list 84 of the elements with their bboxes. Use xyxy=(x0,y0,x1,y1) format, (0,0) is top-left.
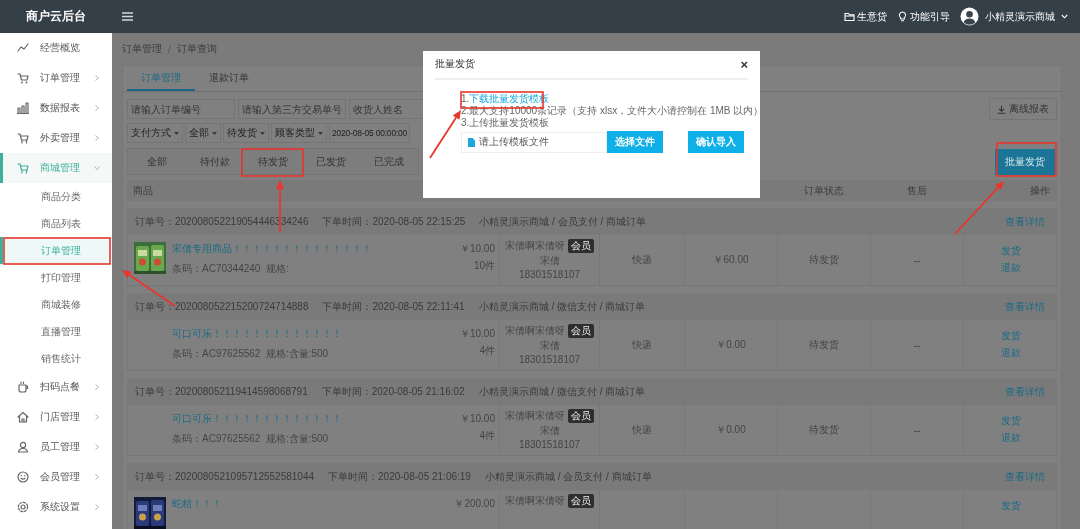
table-cell: ￥60.00 xyxy=(713,253,749,267)
member-badge: 会员 xyxy=(568,494,594,508)
dialog-title: 批量发货 xyxy=(435,58,475,71)
cart-icon xyxy=(17,72,29,84)
tab[interactable]: 退款订单 xyxy=(195,66,263,91)
dropdown[interactable]: 待发货 xyxy=(223,123,269,143)
trend-icon xyxy=(17,42,29,54)
file-icon xyxy=(468,137,475,147)
status-tab[interactable]: 待发货 xyxy=(244,149,302,174)
table-cell: -- xyxy=(913,339,921,351)
buyer-name: 宋倩 xyxy=(539,424,560,438)
unit-price: ￥200.00 xyxy=(454,497,495,511)
batch-ship-button[interactable]: 批量发货 xyxy=(995,148,1055,175)
menu-icon xyxy=(122,12,133,21)
person-icon xyxy=(17,441,29,453)
sidebar-item[interactable]: 商城管理 xyxy=(0,153,112,183)
download-icon xyxy=(997,104,1006,114)
caret-icon xyxy=(1061,14,1068,19)
cart-icon xyxy=(17,162,29,174)
sidebar-item[interactable]: 数据报表 xyxy=(0,93,112,123)
input-field[interactable]: 请输入订单编号 xyxy=(127,99,235,119)
sidebar-item[interactable]: 门店管理 xyxy=(0,402,112,432)
nav-link[interactable]: 功能引导 xyxy=(897,9,950,24)
arrow xyxy=(429,110,461,159)
highlight-box xyxy=(241,148,304,177)
close-button[interactable]: × xyxy=(740,57,748,72)
breadcrumb-separator: / xyxy=(168,43,171,55)
cart-icon xyxy=(17,132,29,144)
member-badge: 会员 xyxy=(568,239,594,253)
sidebar-item[interactable]: 订单管理 xyxy=(0,63,112,93)
sidebar-item[interactable]: 商品分类 xyxy=(0,183,112,210)
buyer-phone: 18301518107 xyxy=(518,354,581,365)
step-text: 上传批量发货模板 xyxy=(469,117,550,128)
sidebar-item[interactable]: 直播管理 xyxy=(0,318,112,345)
sidebar-item[interactable]: 打印管理 xyxy=(0,264,112,291)
sidebar-item[interactable]: 系统设置 xyxy=(0,492,112,522)
sidebar-item[interactable]: 商品列表 xyxy=(0,210,112,237)
table-cell: -- xyxy=(913,254,921,266)
status-tab[interactable]: 已发货 xyxy=(302,149,360,174)
file-field[interactable]: 请上传模板文件 xyxy=(461,131,607,153)
sidebar-item[interactable]: 员工管理 xyxy=(0,432,112,462)
app-title: 商户云后台 xyxy=(25,8,87,25)
caret-icon xyxy=(212,131,217,135)
highlight-box xyxy=(996,142,1057,177)
date-field[interactable]: 2020-08-05 00:00:00 xyxy=(329,123,411,143)
sidebar-item[interactable]: 商城装修 xyxy=(0,291,112,318)
arrow xyxy=(954,181,1004,235)
dropdown[interactable]: 支付方式 xyxy=(127,123,183,143)
status-tab[interactable]: 已完成 xyxy=(360,149,418,174)
bar-chart-icon xyxy=(17,102,29,114)
folder-icon xyxy=(844,11,855,22)
step-number: 3. xyxy=(461,117,470,128)
avatar-icon xyxy=(960,7,979,26)
export-button[interactable]: 离线报表 xyxy=(989,98,1057,120)
buyer-phone: 18301518107 xyxy=(518,439,581,450)
member-badge: 会员 xyxy=(568,324,594,338)
buyer-name: 宋倩 xyxy=(539,339,560,353)
caret-icon xyxy=(318,131,323,135)
cup-icon xyxy=(17,381,29,393)
settings-icon xyxy=(17,501,29,513)
quantity: 4件 xyxy=(478,429,495,443)
confirm-import-button[interactable]: 确认导入 xyxy=(688,131,744,153)
home-icon xyxy=(17,411,29,423)
sidebar-item[interactable]: 销售统计 xyxy=(0,345,112,372)
caret-icon xyxy=(260,131,265,135)
table-cell: -- xyxy=(913,424,921,436)
quantity: 4件 xyxy=(478,344,495,358)
dropdown[interactable]: 顾客类型 xyxy=(271,123,327,143)
sidebar-item[interactable]: 会员管理 xyxy=(0,462,112,492)
sidebar-item[interactable]: 外卖管理 xyxy=(0,123,112,153)
buyer-phone: 18301518107 xyxy=(518,269,581,280)
sidebar-item[interactable]: 经营概览 xyxy=(0,33,112,63)
status-tab[interactable]: 全部 xyxy=(128,149,186,174)
buyer-name: 宋倩 xyxy=(539,254,560,268)
choose-file-button[interactable]: 选择文件 xyxy=(607,131,663,153)
smiley-icon xyxy=(17,471,29,483)
input-field[interactable]: 请输入第三方交易单号 xyxy=(238,99,346,119)
sidebar-item[interactable]: 扫码点餐 xyxy=(0,372,112,402)
dropdown[interactable]: 全部 xyxy=(185,123,221,143)
user-menu[interactable]: 小精灵演示商城 xyxy=(985,9,1055,24)
caret-icon xyxy=(174,131,179,135)
lightbulb-icon xyxy=(897,11,908,22)
member-badge: 会员 xyxy=(568,409,594,423)
nav-link[interactable]: 生意贷 xyxy=(844,9,887,24)
